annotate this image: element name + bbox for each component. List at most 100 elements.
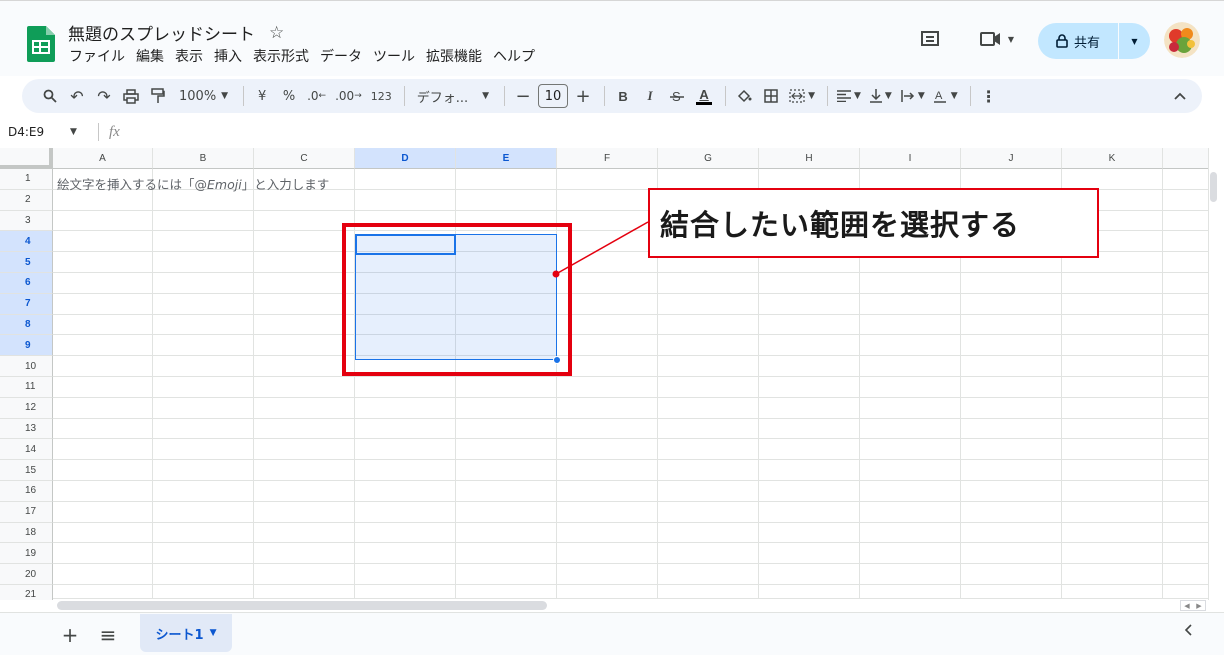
- zoom-select[interactable]: 100% ▼: [173, 83, 234, 109]
- paint-format-icon[interactable]: [146, 83, 170, 109]
- share-dropdown[interactable]: ▼: [1119, 37, 1150, 46]
- row-header-17[interactable]: 17: [0, 501, 53, 523]
- decrease-decimal-button[interactable]: .0 ←: [304, 83, 329, 109]
- strikethrough-icon[interactable]: S: [665, 83, 689, 109]
- column-header-d[interactable]: D: [355, 148, 456, 169]
- share-label: 共有: [1074, 35, 1101, 51]
- menu-view[interactable]: 表示: [174, 45, 204, 67]
- menu-data[interactable]: データ: [319, 45, 363, 67]
- column-header-k[interactable]: K: [1062, 148, 1163, 169]
- row-header-18[interactable]: 18: [0, 522, 53, 544]
- column-header-b[interactable]: B: [153, 148, 254, 169]
- row-header-14[interactable]: 14: [0, 439, 53, 461]
- formula-input[interactable]: [120, 121, 1224, 143]
- bold-button[interactable]: B: [611, 83, 635, 109]
- row-header-11[interactable]: 11: [0, 377, 53, 398]
- row-header-21[interactable]: 21: [0, 585, 53, 600]
- redo-icon[interactable]: ↷: [92, 83, 116, 109]
- search-icon[interactable]: [38, 83, 62, 109]
- menu-extensions[interactable]: 拡張機能: [425, 45, 483, 67]
- merge-cells-icon[interactable]: ▼: [786, 83, 818, 109]
- row-header-19[interactable]: 19: [0, 543, 53, 565]
- text-rotation-icon[interactable]: A ▼: [931, 83, 961, 109]
- sheet-tab[interactable]: シート1 ▼: [140, 614, 232, 652]
- row-header-13[interactable]: 13: [0, 418, 53, 440]
- cell-a1[interactable]: 絵文字を挿入するには「@Emoji」と入力します: [57, 174, 329, 193]
- increase-decimal-button[interactable]: .00 →: [332, 83, 365, 109]
- all-sheets-button[interactable]: ≡: [96, 622, 120, 648]
- menu-help[interactable]: ヘルプ: [492, 45, 536, 67]
- add-sheet-button[interactable]: +: [58, 622, 82, 648]
- text-color-button[interactable]: A: [692, 83, 716, 109]
- row-header-5[interactable]: 5: [0, 252, 53, 273]
- text-wrap-icon[interactable]: ▼: [898, 83, 928, 109]
- column-header-c[interactable]: C: [254, 148, 355, 169]
- avatar[interactable]: [1164, 22, 1200, 58]
- lock-icon: [1056, 34, 1068, 48]
- chevron-down-icon[interactable]: ▼: [210, 628, 217, 638]
- menu-file[interactable]: ファイル: [68, 45, 126, 67]
- column-header-f[interactable]: F: [557, 148, 658, 169]
- undo-icon[interactable]: ↶: [65, 83, 89, 109]
- row-header-3[interactable]: 3: [0, 210, 53, 232]
- align-left-icon[interactable]: ▼: [834, 83, 864, 109]
- menu-format[interactable]: 表示形式: [252, 45, 310, 67]
- more-vert-icon[interactable]: ⋮: [977, 83, 1001, 109]
- borders-icon[interactable]: [759, 83, 783, 109]
- row-header-12[interactable]: 12: [0, 397, 53, 419]
- menu-tools[interactable]: ツール: [372, 45, 416, 67]
- chevron-down-icon: ▼: [808, 91, 815, 101]
- scroll-arrows[interactable]: ◀ ▶: [1180, 600, 1206, 611]
- row-header-10[interactable]: 10: [0, 356, 53, 377]
- document-title[interactable]: 無題のスプレッドシート: [68, 20, 255, 45]
- fill-color-icon[interactable]: [732, 83, 756, 109]
- row-header-4[interactable]: 4: [0, 231, 53, 253]
- menu-insert[interactable]: 挿入: [213, 45, 243, 67]
- row-header-15[interactable]: 15: [0, 460, 53, 481]
- font-size-input[interactable]: 10: [538, 84, 569, 108]
- column-header-h[interactable]: H: [759, 148, 860, 169]
- row-header-16[interactable]: 16: [0, 481, 53, 502]
- percent-button[interactable]: %: [277, 83, 301, 109]
- italic-button[interactable]: I: [638, 83, 662, 109]
- column-header-a[interactable]: A: [53, 148, 153, 169]
- column-header-i[interactable]: I: [860, 148, 961, 169]
- comment-icon[interactable]: [917, 28, 943, 50]
- row-header-2[interactable]: 2: [0, 189, 53, 211]
- font-size-increase[interactable]: +: [571, 83, 595, 109]
- font-size-decrease[interactable]: −: [511, 83, 535, 109]
- share-button[interactable]: 共有 ▼: [1038, 23, 1150, 59]
- chevron-down-icon[interactable]: ▼: [70, 127, 98, 137]
- font-select[interactable]: デフォ... ▼: [411, 83, 495, 109]
- row-header-20[interactable]: 20: [0, 564, 53, 585]
- vertical-scrollbar[interactable]: [1208, 148, 1224, 600]
- star-icon[interactable]: ☆: [269, 23, 284, 43]
- row-header-6[interactable]: 6: [0, 273, 53, 294]
- column-header-j[interactable]: J: [961, 148, 1062, 169]
- name-box[interactable]: D4:E9: [0, 125, 70, 139]
- video-call-icon[interactable]: ▼: [975, 28, 1019, 50]
- row-header-7[interactable]: 7: [0, 293, 53, 315]
- print-icon[interactable]: [119, 83, 143, 109]
- select-all-corner[interactable]: [0, 148, 53, 169]
- horizontal-scroll-thumb[interactable]: [57, 601, 547, 610]
- chevron-down-icon: ▼: [917, 91, 925, 101]
- row-header-9[interactable]: 9: [0, 335, 53, 357]
- menu-edit[interactable]: 編集: [135, 45, 165, 67]
- collapse-toolbar-icon[interactable]: [1168, 83, 1192, 109]
- column-header-g[interactable]: G: [658, 148, 759, 169]
- side-panel-toggle-icon[interactable]: [1184, 622, 1192, 640]
- currency-button[interactable]: ¥: [250, 83, 274, 109]
- column-header-filler: [1163, 148, 1210, 169]
- row-header-1[interactable]: 1: [0, 169, 53, 190]
- row-header-8[interactable]: 8: [0, 314, 53, 336]
- number-format-button[interactable]: 123: [368, 83, 395, 109]
- arrow-left-icon[interactable]: ◀: [1184, 602, 1189, 610]
- chevron-down-icon: ▼: [884, 91, 892, 101]
- arrow-right-icon[interactable]: ▶: [1196, 602, 1201, 610]
- sheets-logo[interactable]: [27, 26, 55, 62]
- row-gridline: [53, 459, 1210, 461]
- vertical-scroll-thumb[interactable]: [1210, 172, 1217, 202]
- vertical-align-icon[interactable]: ▼: [867, 83, 895, 109]
- column-header-e[interactable]: E: [456, 148, 557, 169]
